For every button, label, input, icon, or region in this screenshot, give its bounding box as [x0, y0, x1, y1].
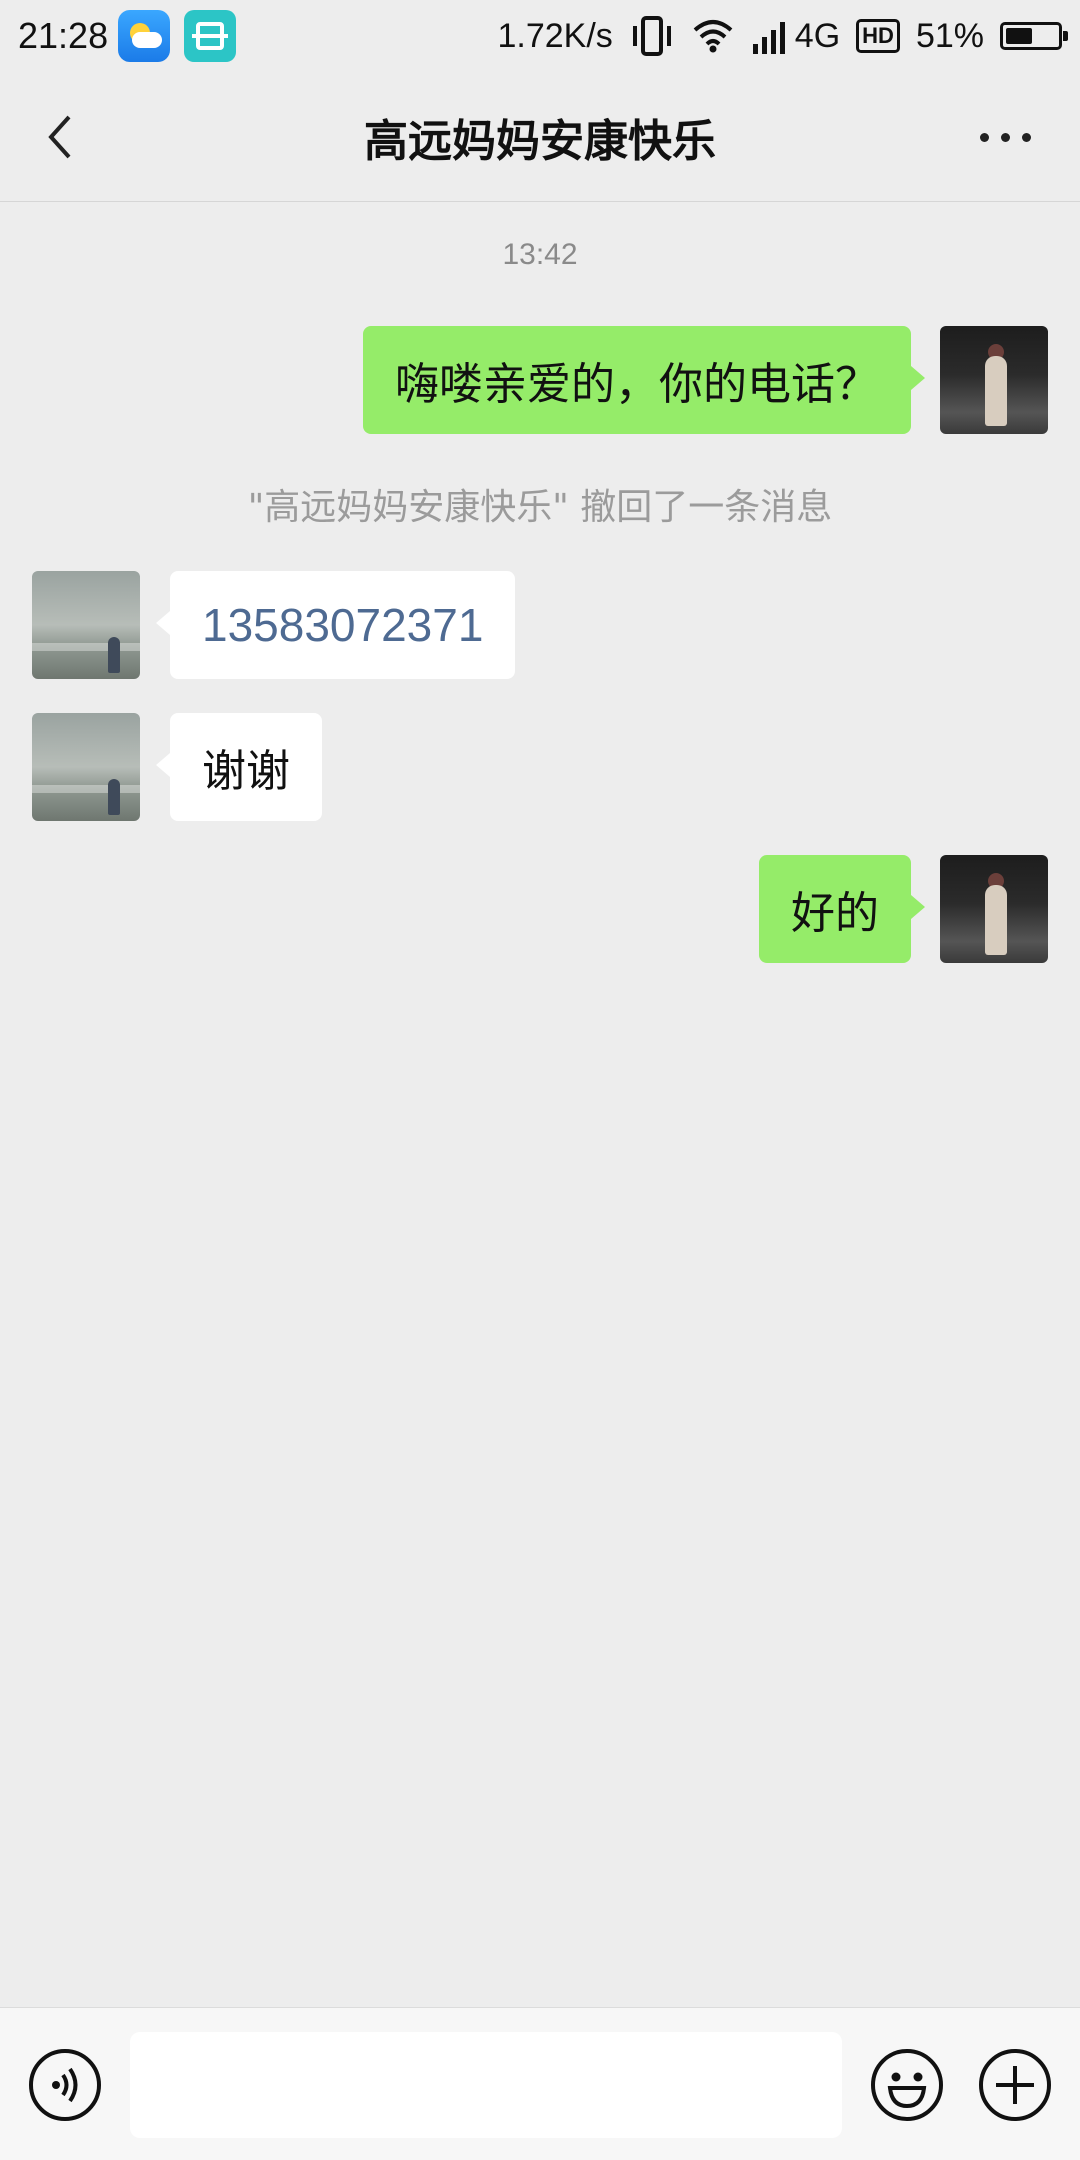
battery-fill	[1006, 28, 1032, 44]
back-button[interactable]	[30, 107, 90, 167]
status-time: 21:28	[18, 15, 109, 56]
more-button[interactable]	[970, 107, 1040, 167]
scan-app-icon	[184, 10, 237, 62]
voice-icon	[29, 2049, 101, 2121]
battery-icon	[1000, 22, 1068, 50]
message-timestamp: 13:42	[502, 238, 578, 271]
contact-avatar[interactable]	[32, 713, 140, 821]
signal-icon	[752, 22, 785, 54]
weather-app-icon	[118, 10, 171, 62]
emoji-icon	[871, 2049, 943, 2121]
phone-number-link[interactable]: 13583072371	[202, 598, 483, 652]
outgoing-message-bubble[interactable]: 好的	[759, 855, 925, 963]
message-input[interactable]	[130, 2032, 842, 2138]
chat-header: 高远妈妈安康快乐	[0, 72, 1080, 202]
chat-title: 高远妈妈安康快乐	[364, 116, 716, 167]
network-type: 4G	[794, 16, 841, 55]
status-bar: 21:28 1.72K/s 4G HD 51%	[0, 0, 1080, 72]
emoji-button[interactable]	[870, 2048, 944, 2122]
back-arrow-icon	[48, 115, 71, 159]
recall-system-note: "高远妈妈安康快乐" 撤回了一条消息	[247, 487, 833, 528]
outgoing-message-bubble[interactable]: 嗨喽亲爱的，你的电话？	[363, 326, 925, 434]
self-avatar[interactable]	[940, 855, 1048, 963]
more-functions-button[interactable]	[978, 2048, 1052, 2122]
contact-avatar[interactable]	[32, 571, 140, 679]
message-text: 谢谢	[202, 746, 290, 797]
self-avatar[interactable]	[940, 326, 1048, 434]
message-text: 好的	[791, 888, 879, 939]
message-text: 嗨喽亲爱的，你的电话？	[395, 359, 879, 410]
more-dot	[1000, 132, 1010, 142]
input-bar	[0, 2007, 1080, 2160]
wifi-icon	[693, 20, 733, 53]
signal-group: 4G	[751, 17, 840, 56]
incoming-message-bubble[interactable]: 谢谢	[156, 713, 322, 821]
battery-percent: 51%	[915, 16, 984, 55]
more-dot	[1021, 132, 1031, 142]
voice-input-button[interactable]	[28, 2048, 102, 2122]
incoming-message-bubble[interactable]: 13583072371	[155, 571, 516, 679]
more-dots-icon	[979, 132, 989, 142]
hd-icon: HD	[856, 19, 900, 53]
message-list[interactable]: 13:42 嗨喽亲爱的，你的电话？ "高远妈妈安康快乐" 撤回了一条消息 135…	[0, 202, 1080, 2007]
plus-icon	[979, 2049, 1051, 2121]
status-right-group: 1.72K/s 4G HD 51%	[497, 16, 1068, 56]
vibrate-icon	[632, 16, 671, 56]
network-speed: 1.72K/s	[497, 16, 613, 55]
